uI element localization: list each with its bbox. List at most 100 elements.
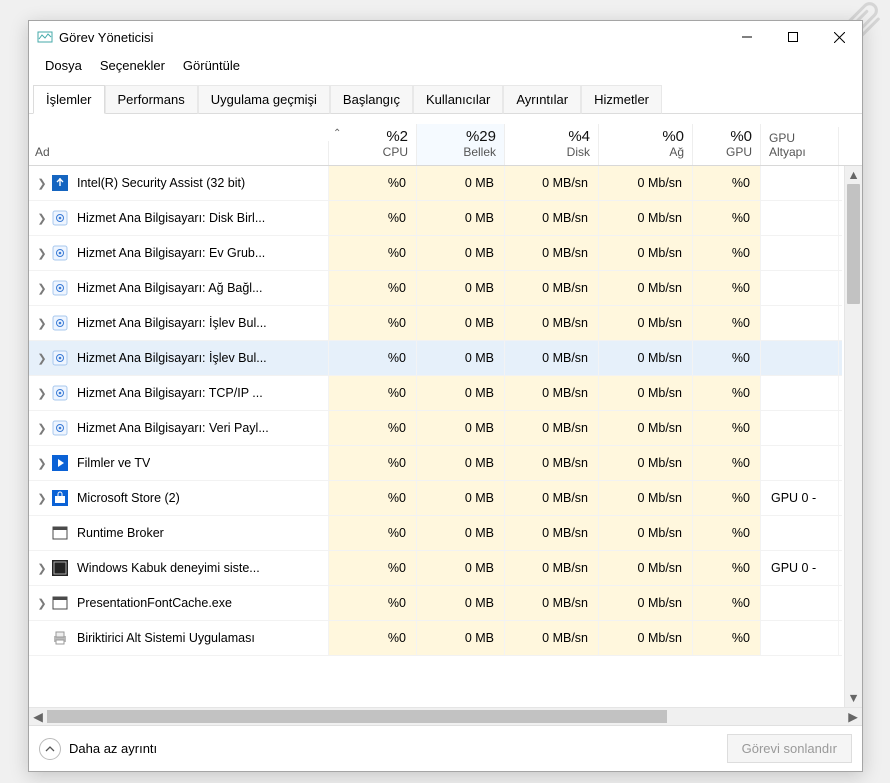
scroll-track[interactable]: [845, 184, 862, 689]
memory-cell: 0 MB: [417, 586, 505, 620]
process-icon: [51, 314, 69, 332]
minimize-button[interactable]: [724, 21, 770, 53]
expand-chevron-icon[interactable]: ❯: [33, 317, 51, 330]
process-row[interactable]: ❯Intel(R) Security Assist (32 bit)%00 MB…: [29, 166, 842, 201]
process-name: Intel(R) Security Assist (32 bit): [77, 176, 245, 190]
horizontal-scrollbar[interactable]: ◀ ▶: [29, 707, 862, 725]
process-row[interactable]: Runtime Broker%00 MB0 MB/sn0 Mb/sn%0: [29, 516, 842, 551]
col-memory[interactable]: %29 Bellek: [417, 124, 505, 165]
expand-chevron-icon[interactable]: ❯: [33, 422, 51, 435]
process-name-cell: ❯Windows Kabuk deneyimi siste...: [29, 551, 329, 585]
network-cell: 0 Mb/sn: [599, 621, 693, 655]
col-gpu[interactable]: %0 GPU: [693, 124, 761, 165]
tab-1[interactable]: Performans: [105, 85, 198, 114]
cpu-cell: %0: [329, 306, 417, 340]
process-icon: [51, 174, 69, 192]
expand-chevron-icon[interactable]: ❯: [33, 492, 51, 505]
process-row[interactable]: ❯Hizmet Ana Bilgisayarı: Ev Grub...%00 M…: [29, 236, 842, 271]
tab-6[interactable]: Hizmetler: [581, 85, 662, 114]
process-row[interactable]: ❯Filmler ve TV%00 MB0 MB/sn0 Mb/sn%0: [29, 446, 842, 481]
process-icon: [51, 524, 69, 542]
process-name-cell: ❯ Hizmet Ana Bilgisayarı: TCP/IP ...: [29, 376, 329, 410]
cpu-cell: %0: [329, 201, 417, 235]
process-name: Hizmet Ana Bilgisayarı: TCP/IP ...: [77, 386, 263, 400]
scroll-up-icon[interactable]: ▲: [845, 166, 862, 184]
menu-dosya[interactable]: Dosya: [39, 56, 88, 75]
process-name-cell: ❯ Microsoft Store (2): [29, 481, 329, 515]
hscroll-track[interactable]: [47, 708, 844, 725]
scroll-thumb[interactable]: [847, 184, 860, 304]
expand-chevron-icon[interactable]: ❯: [33, 387, 51, 400]
expand-chevron-icon[interactable]: ❯: [33, 457, 51, 470]
network-cell: 0 Mb/sn: [599, 306, 693, 340]
fewer-details-label: Daha az ayrıntı: [69, 741, 157, 756]
scroll-left-icon[interactable]: ◀: [29, 708, 47, 725]
col-gpu-engine[interactable]: GPU Altyapı: [761, 127, 839, 165]
vertical-scrollbar[interactable]: ▲ ▼: [844, 166, 862, 707]
cpu-cell: %0: [329, 341, 417, 375]
tab-5[interactable]: Ayrıntılar: [503, 85, 581, 114]
disk-cell: 0 MB/sn: [505, 376, 599, 410]
scroll-down-icon[interactable]: ▼: [845, 689, 862, 707]
disk-cell: 0 MB/sn: [505, 446, 599, 480]
process-row[interactable]: ❯Windows Kabuk deneyimi siste...%00 MB0 …: [29, 551, 842, 586]
menu-seçenekler[interactable]: Seçenekler: [94, 56, 171, 75]
process-row[interactable]: Biriktirici Alt Sistemi Uygulaması%00 MB…: [29, 621, 842, 656]
memory-cell: 0 MB: [417, 411, 505, 445]
expand-chevron-icon[interactable]: ❯: [33, 282, 51, 295]
titlebar: Görev Yöneticisi: [29, 21, 862, 53]
gpu-engine-cell: [761, 376, 839, 410]
process-name: Microsoft Store (2): [77, 491, 180, 505]
process-name: Hizmet Ana Bilgisayarı: Ağ Bağl...: [77, 281, 263, 295]
process-icon: [51, 279, 69, 297]
window-title: Görev Yöneticisi: [59, 30, 153, 45]
menu-görüntüle[interactable]: Görüntüle: [177, 56, 246, 75]
task-manager-window: Görev Yöneticisi Dosya Seçenekler Görüntül…: [28, 20, 863, 772]
process-name-cell: ❯PresentationFontCache.exe: [29, 586, 329, 620]
memory-cell: 0 MB: [417, 271, 505, 305]
process-icon: [51, 594, 69, 612]
process-row[interactable]: ❯PresentationFontCache.exe%00 MB0 MB/sn0…: [29, 586, 842, 621]
gpu-engine-cell: [761, 166, 839, 200]
expand-chevron-icon[interactable]: ❯: [33, 597, 51, 610]
gpu-engine-cell: [761, 236, 839, 270]
process-row[interactable]: ❯Hizmet Ana Bilgisayarı: TCP/IP ...%00 M…: [29, 376, 842, 411]
process-row[interactable]: ❯Hizmet Ana Bilgisayarı: Disk Birl...%00…: [29, 201, 842, 236]
col-disk[interactable]: %4 Disk: [505, 124, 599, 165]
expand-chevron-icon[interactable]: ❯: [33, 177, 51, 190]
col-name[interactable]: Ad: [29, 141, 329, 165]
hscroll-thumb[interactable]: [47, 710, 667, 723]
cpu-cell: %0: [329, 446, 417, 480]
process-row[interactable]: ❯Hizmet Ana Bilgisayarı: İşlev Bul...%00…: [29, 306, 842, 341]
expand-chevron-icon[interactable]: ❯: [33, 247, 51, 260]
process-row[interactable]: ❯ Hizmet Ana Bilgisayarı: Ağ Bağl... %00 M…: [29, 271, 842, 306]
col-network[interactable]: %0 Ağ: [599, 124, 693, 165]
process-row[interactable]: ❯Hizmet Ana Bilgisayarı: Veri Payl...%00…: [29, 411, 842, 446]
process-row[interactable]: ❯Microsoft Store (2)%00 MB0 MB/sn0 Mb/sn…: [29, 481, 842, 516]
tab-4[interactable]: Kullanıcılar: [413, 85, 503, 114]
end-task-button[interactable]: Görevi sonlandır: [727, 734, 852, 763]
col-cpu[interactable]: ⌃ %2 CPU: [329, 124, 417, 165]
cpu-cell: %0: [329, 481, 417, 515]
tab-2[interactable]: Uygulama geçmişi: [198, 85, 330, 114]
expand-chevron-icon[interactable]: ❯: [33, 352, 51, 365]
network-cell: 0 Mb/sn: [599, 236, 693, 270]
close-button[interactable]: [816, 21, 862, 53]
expand-chevron-icon[interactable]: ❯: [33, 562, 51, 575]
scroll-right-icon[interactable]: ▶: [844, 708, 862, 725]
cpu-cell: %0: [329, 271, 417, 305]
network-cell: 0 Mb/sn: [599, 376, 693, 410]
process-row[interactable]: ❯Hizmet Ana Bilgisayarı: İşlev Bul...%00…: [29, 341, 842, 376]
cpu-cell: %0: [329, 376, 417, 410]
fewer-details-button[interactable]: Daha az ayrıntı: [39, 738, 157, 760]
process-name-cell: Runtime Broker: [29, 516, 329, 550]
gpu-cell: %0: [693, 551, 761, 585]
disk-cell: 0 MB/sn: [505, 481, 599, 515]
tab-3[interactable]: Başlangıç: [330, 85, 413, 114]
disk-cell: 0 MB/sn: [505, 341, 599, 375]
tab-0[interactable]: İşlemler: [33, 85, 105, 114]
gpu-cell: %0: [693, 166, 761, 200]
expand-chevron-icon[interactable]: ❯: [33, 212, 51, 225]
maximize-button[interactable]: [770, 21, 816, 53]
gpu-cell: %0: [693, 376, 761, 410]
